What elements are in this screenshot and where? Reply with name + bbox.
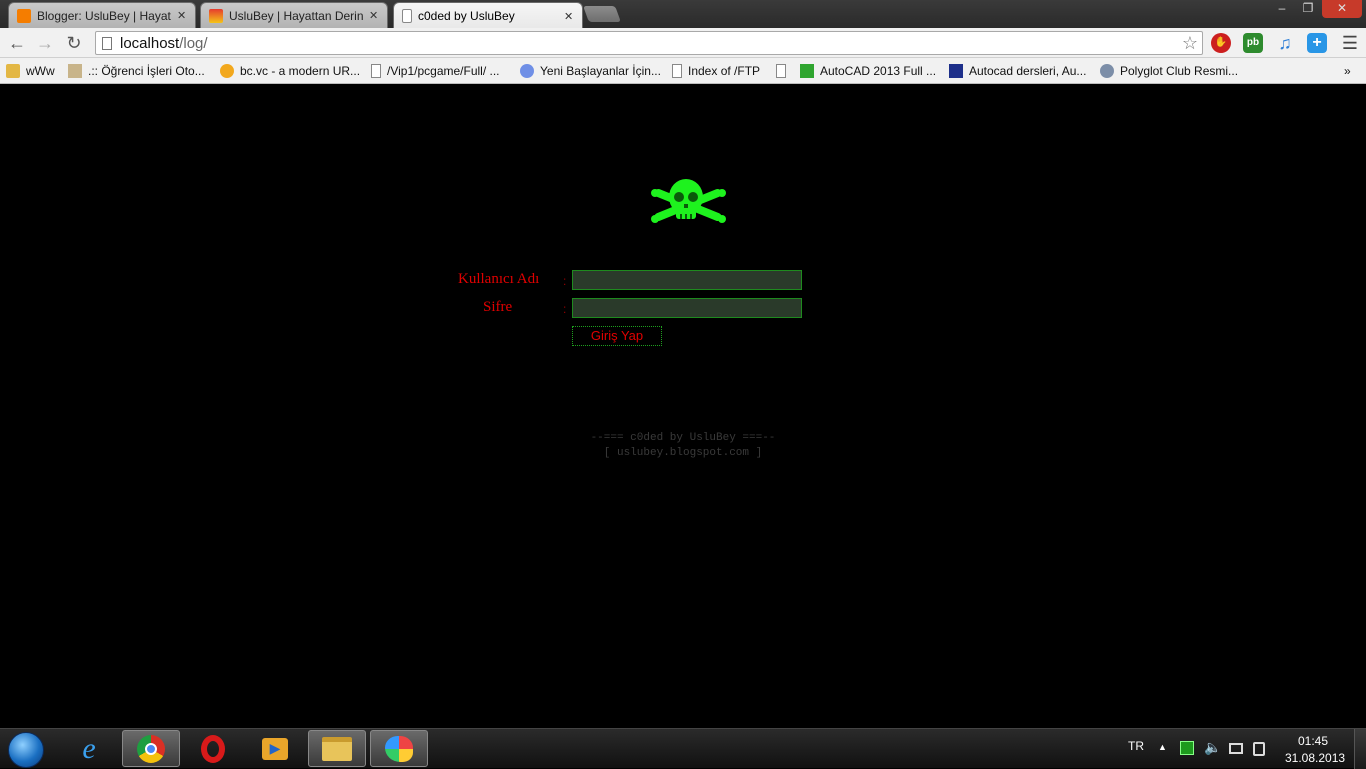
site-icon: [949, 64, 963, 78]
bookmark-star-icon[interactable]: ☆: [1182, 33, 1198, 54]
window-close-button[interactable]: ✕: [1322, 0, 1362, 18]
start-button[interactable]: [8, 732, 44, 768]
page-icon: [672, 64, 682, 78]
back-arrow-icon[interactable]: ←: [6, 32, 28, 54]
tab-title: c0ded by UsluBey: [418, 9, 515, 23]
show-desktop-button[interactable]: [1354, 729, 1366, 769]
music-icon[interactable]: ♫: [1275, 33, 1295, 53]
bookmark-item[interactable]: Index of /FTP: [672, 62, 760, 80]
bookmark-label: /Vip1/pcgame/Full/ ...: [387, 64, 500, 78]
bookmark-label: Polyglot Club Resmi...: [1120, 64, 1239, 78]
tab-coded[interactable]: c0ded by UsluBey ✕: [393, 2, 583, 29]
tab-title: Blogger: UsluBey | Hayatta: [37, 8, 171, 23]
url-host: localhost/log/: [120, 35, 208, 52]
login-button[interactable]: Giriş Yap: [572, 326, 662, 346]
browser-toolbar: ← → ↻ localhost/log/ ☆ ✋ pb ♫ + ☰: [0, 28, 1366, 58]
page-content: Kullanıcı Adı : Sifre : Giriş Yap --=== …: [0, 85, 1366, 728]
tray-expand-icon[interactable]: ▲: [1158, 742, 1167, 752]
page-icon: [371, 64, 381, 78]
tab-uslubey[interactable]: UsluBey | Hayattan Derin B ✕: [200, 2, 388, 28]
colon-separator: :: [563, 302, 567, 316]
file-explorer-icon[interactable]: [308, 730, 366, 767]
site-icon: [68, 64, 82, 78]
bookmark-item[interactable]: Polyglot Club Resmi...: [1100, 62, 1238, 80]
skull-crossbones-icon: [651, 179, 726, 223]
internet-explorer-icon[interactable]: e: [60, 730, 118, 767]
page-icon: [102, 37, 112, 50]
address-bar[interactable]: localhost/log/ ☆: [95, 31, 1203, 55]
site-icon: [520, 64, 534, 78]
page-icon: [402, 9, 412, 23]
pushbullet-icon[interactable]: pb: [1243, 33, 1263, 53]
superman-icon: [209, 8, 223, 23]
bookmark-label: wWw: [26, 64, 55, 78]
reload-icon[interactable]: ↻: [63, 32, 85, 54]
bookmark-label: Index of /FTP: [688, 64, 761, 78]
taskbar: e ▶ TR ▲ 🔈 01:45 31.08.2013: [0, 728, 1366, 769]
url-path: /log/: [179, 35, 208, 52]
clock-time[interactable]: 01:45: [1298, 734, 1328, 748]
bookmark-label: bc.vc - a modern UR...: [240, 64, 361, 78]
bookmark-item[interactable]: [776, 62, 792, 80]
adblock-icon[interactable]: ✋: [1211, 33, 1231, 53]
forward-arrow-icon[interactable]: →: [34, 32, 56, 54]
blogger-icon: [17, 8, 31, 23]
bookmarks-bar: wWw .:: Öğrenci İşleri Oto... bc.vc - a …: [0, 58, 1366, 84]
close-icon[interactable]: ✕: [564, 10, 574, 23]
tray-app-icon[interactable]: [1180, 741, 1194, 755]
tab-title: UsluBey | Hayattan Derin B: [229, 8, 363, 23]
site-icon: [220, 64, 234, 78]
close-icon[interactable]: ✕: [177, 9, 187, 22]
site-icon: [1100, 64, 1114, 78]
bookmark-item[interactable]: Autocad dersleri, Au...: [949, 62, 1086, 80]
network-icon[interactable]: [1229, 743, 1243, 754]
close-icon[interactable]: ✕: [369, 9, 379, 22]
bookmark-label: .:: Öğrenci İşleri Oto...: [88, 64, 205, 78]
password-label: Sifre: [483, 299, 513, 315]
plus-icon[interactable]: +: [1307, 33, 1327, 53]
footer-credit: --=== c0ded by UsluBey ===--: [590, 432, 776, 444]
minimize-button[interactable]: –: [1270, 0, 1294, 18]
username-label: Kullanıcı Adı: [458, 271, 540, 287]
username-input[interactable]: [572, 270, 802, 290]
bookmark-label: Autocad dersleri, Au...: [969, 64, 1087, 78]
restore-button[interactable]: ❐: [1296, 0, 1320, 18]
opera-icon[interactable]: [184, 730, 242, 767]
volume-icon[interactable]: 🔈: [1204, 739, 1221, 756]
page-icon: [776, 64, 786, 78]
colon-separator: :: [563, 274, 567, 288]
language-indicator[interactable]: TR: [1128, 739, 1144, 753]
bookmark-item[interactable]: Yeni Başlayanlar İçin...: [520, 62, 661, 80]
bookmark-item[interactable]: AutoCAD 2013 Full ...: [800, 62, 936, 80]
bookmark-label: AutoCAD 2013 Full ...: [820, 64, 937, 78]
bookmark-item[interactable]: bc.vc - a modern UR...: [220, 62, 360, 80]
password-input[interactable]: [572, 298, 802, 318]
paint-icon[interactable]: [370, 730, 428, 767]
bookmark-item[interactable]: wWw: [6, 62, 55, 80]
clock-date[interactable]: 31.08.2013: [1285, 751, 1345, 765]
chrome-icon[interactable]: [122, 730, 180, 767]
menu-icon[interactable]: ☰: [1339, 32, 1361, 54]
new-tab-button[interactable]: [583, 6, 621, 22]
media-player-icon[interactable]: ▶: [246, 730, 304, 767]
tab-blogger[interactable]: Blogger: UsluBey | Hayatta ✕: [8, 2, 196, 28]
bookmarks-overflow-icon[interactable]: »: [1344, 62, 1351, 80]
bookmark-item[interactable]: .:: Öğrenci İşleri Oto...: [68, 62, 205, 80]
bookmark-label: Yeni Başlayanlar İçin...: [540, 64, 661, 78]
bookmark-item[interactable]: /Vip1/pcgame/Full/ ...: [371, 62, 500, 80]
action-center-icon[interactable]: [1253, 742, 1265, 756]
footer-link: [ uslubey.blogspot.com ]: [603, 447, 763, 459]
tab-strip: Blogger: UsluBey | Hayatta ✕ UsluBey | H…: [0, 0, 1366, 29]
site-icon: [800, 64, 814, 78]
folder-icon: [6, 64, 20, 78]
